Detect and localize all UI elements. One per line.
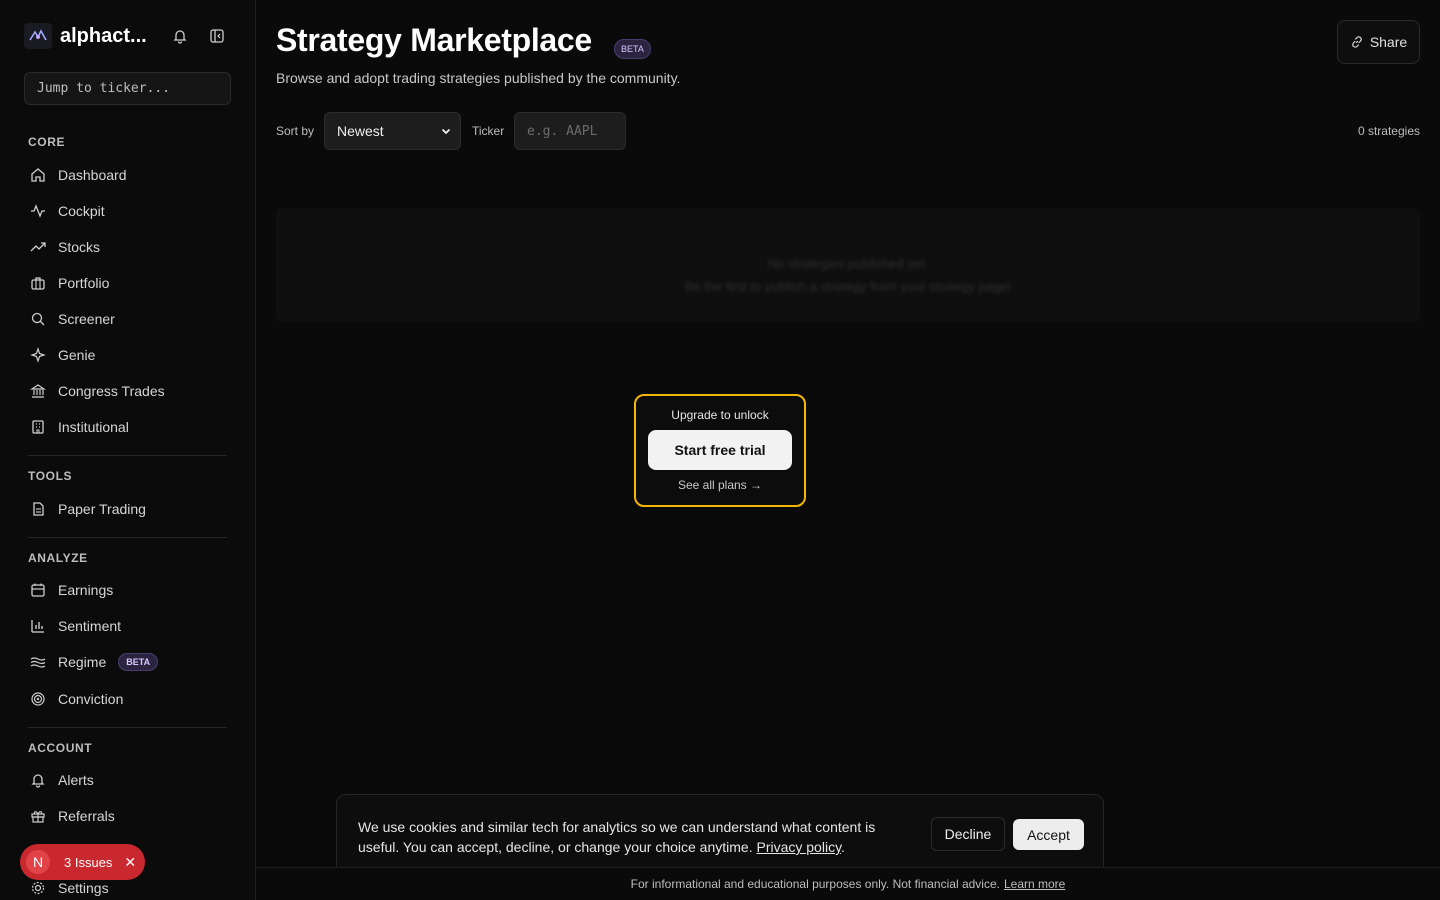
ticker-label: Ticker [472, 124, 505, 138]
nav-label: Stocks [58, 239, 101, 255]
sort-label: Sort by [276, 124, 315, 138]
target-icon [28, 689, 48, 709]
decline-button[interactable]: Decline [931, 817, 1005, 851]
brand-logo [24, 23, 52, 49]
nav-dashboard[interactable]: Dashboard [24, 160, 228, 190]
nav-sentiment[interactable]: Sentiment [24, 611, 228, 641]
footer: For informational and educational purpos… [256, 867, 1440, 900]
nav-label: Regime [58, 654, 107, 670]
issues-badge[interactable]: N 3 Issues ✕ [20, 844, 145, 880]
upgrade-card: Upgrade to unlock Start free trial See a… [634, 394, 806, 507]
nav-paper-trading[interactable]: Paper Trading [24, 494, 228, 524]
bell-icon[interactable] [170, 26, 190, 46]
beta-badge: BETA [118, 653, 159, 671]
waves-icon [28, 652, 48, 672]
nav-label: Settings [58, 880, 109, 896]
home-icon [28, 165, 48, 185]
section-tools: TOOLS [28, 469, 73, 483]
nav-label: Referrals [58, 808, 115, 824]
nav-label: Portfolio [58, 275, 110, 291]
beta-badge: BETA [614, 39, 651, 59]
share-button[interactable]: Share [1337, 20, 1420, 64]
nav-label: Sentiment [58, 618, 122, 634]
sidebar: alphact... CORE Dashboard Cockpit Stocks… [0, 0, 256, 900]
issues-avatar: N [26, 850, 50, 874]
ticker-input[interactable] [514, 112, 626, 150]
section-account: ACCOUNT [28, 741, 93, 755]
nav-alerts[interactable]: Alerts [24, 765, 228, 795]
collapse-sidebar-icon[interactable] [207, 26, 227, 46]
brand[interactable]: alphact... [24, 22, 240, 50]
nav-label: Congress Trades [58, 383, 165, 399]
nav-label: Paper Trading [58, 501, 146, 517]
link-icon [1350, 35, 1364, 49]
sort-select[interactable]: Newest [324, 112, 461, 150]
strategy-count: 0 strategies [1357, 124, 1420, 138]
nav-referrals[interactable]: Referrals [24, 801, 228, 831]
file-text-icon [28, 499, 48, 519]
jump-to-ticker-input[interactable] [24, 72, 231, 105]
trending-up-icon [28, 237, 48, 257]
nav-label: Institutional [58, 419, 129, 435]
nav-label: Earnings [58, 582, 114, 598]
nav-cockpit[interactable]: Cockpit [24, 196, 228, 226]
nav-genie[interactable]: Genie [24, 340, 228, 370]
bell-icon [28, 770, 48, 790]
empty-state: No strategies published yet. Be the firs… [276, 208, 1420, 322]
share-label: Share [1369, 34, 1408, 50]
see-all-plans-link[interactable]: See all plans → [636, 478, 804, 492]
empty-state-title: No strategies published yet. [767, 256, 929, 271]
cookie-text: We use cookies and similar tech for anal… [358, 819, 876, 855]
empty-state-hint: Be the first to publish a strategy from … [684, 279, 1012, 294]
divider [28, 537, 227, 538]
nav-label: Conviction [58, 691, 124, 707]
activity-icon [28, 201, 48, 221]
issues-label: 3 Issues [64, 854, 113, 870]
nav-stocks[interactable]: Stocks [24, 232, 228, 262]
start-free-trial-button[interactable]: Start free trial [648, 430, 792, 470]
close-icon[interactable]: ✕ [124, 854, 136, 871]
building-icon [28, 417, 48, 437]
divider [28, 727, 227, 728]
nav-label: Cockpit [58, 203, 105, 219]
upgrade-heading: Upgrade to unlock [671, 408, 769, 422]
gift-icon [28, 806, 48, 826]
gear-icon [28, 878, 48, 898]
nav-screener[interactable]: Screener [24, 304, 228, 334]
nav-congress-trades[interactable]: Congress Trades [24, 376, 228, 406]
calendar-icon [28, 580, 48, 600]
nav-label: Alerts [58, 772, 94, 788]
chevron-down-icon [440, 125, 452, 137]
brand-name: alphact... [60, 24, 147, 47]
nav-institutional[interactable]: Institutional [24, 412, 228, 442]
learn-more-link[interactable]: Learn more [1004, 877, 1065, 891]
page-title: Strategy Marketplace [276, 22, 592, 58]
nav-label: Screener [58, 311, 115, 327]
disclaimer-text: For informational and educational purpos… [630, 877, 1000, 891]
nav-portfolio[interactable]: Portfolio [24, 268, 228, 298]
section-analyze: ANALYZE [28, 551, 88, 565]
nav-label: Dashboard [58, 167, 127, 183]
cookie-banner: We use cookies and similar tech for anal… [336, 794, 1104, 876]
nav-earnings[interactable]: Earnings [24, 575, 228, 605]
sparkles-icon [28, 345, 48, 365]
landmark-icon [28, 381, 48, 401]
briefcase-icon [28, 273, 48, 293]
accept-button[interactable]: Accept [1013, 819, 1084, 850]
bar-chart-icon [28, 616, 48, 636]
section-core: CORE [28, 135, 66, 149]
sort-value: Newest [337, 123, 384, 139]
nav-label: Genie [58, 347, 96, 363]
nav-conviction[interactable]: Conviction [24, 684, 228, 714]
divider [28, 455, 227, 456]
page-subtitle: Browse and adopt trading strategies publ… [276, 70, 681, 86]
nav-regime[interactable]: Regime BETA [24, 647, 228, 677]
search-icon [28, 309, 48, 329]
privacy-policy-link[interactable]: Privacy policy [756, 839, 841, 855]
